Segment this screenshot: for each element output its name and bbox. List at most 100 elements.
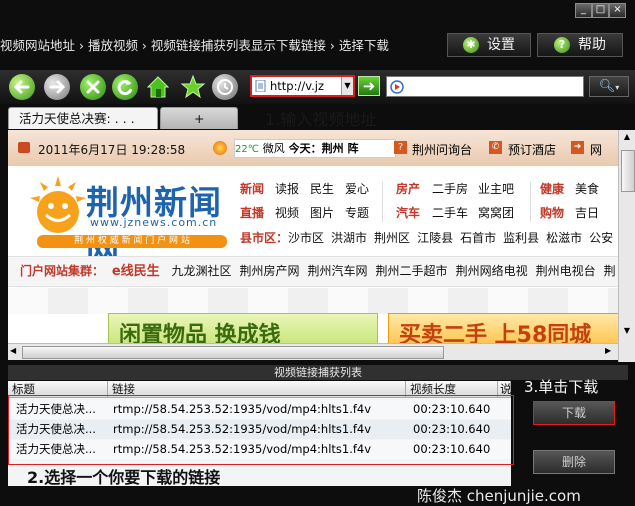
nav-divider [530,182,531,222]
nav-link-0-3[interactable]: 爱心 [345,180,369,197]
nav-link-1-1[interactable]: 视频 [275,204,299,221]
nav-link-1-4[interactable]: 汽车 [396,204,420,221]
scroll-up-icon[interactable]: ▲ [621,132,633,144]
site-date: 2011年6月17日 19:28:58 [38,143,186,157]
steps-breadcrumb: 视频网站地址 › 播放视频 › 视频链接捕获列表显示下载链接 › 选择下载 [0,38,389,53]
site-nav: 新闻 读报 民生 爱心 房产 二手房 业主吧 健康 美食直播 视频 图片 专题 汽车 二手车 窝窝团 购物 吉日 [240,180,627,230]
nav-link-0-8[interactable]: 美食 [575,180,599,197]
help-icon: ? [554,37,570,53]
tab-active[interactable]: 活力天使总决赛: . . . [8,107,158,129]
rows-highlight [8,395,514,465]
nav-link-0-4[interactable]: 房产 [396,180,420,197]
search-button[interactable]: 🔍︎▾ [589,76,629,97]
back-icon[interactable] [9,74,35,100]
portal-link[interactable]: 九龙渊社区 [172,264,232,278]
site-logo[interactable]: 荆州新闻网 www.jznews.com.cn 荆 州 权 威 新 闻 门 户 … [20,172,230,270]
scroll-left-icon[interactable]: ◀ [10,346,16,355]
weather-temp: 22℃ [235,144,259,155]
portal-link[interactable]: 荆州汽车网 [308,264,368,278]
gear-icon: ✱ [463,37,479,53]
scroll-thumb-v[interactable] [621,150,635,192]
nav-link-0-5[interactable]: 二手房 [432,180,468,197]
weather-today: 今天：荆州 阵 [288,142,359,155]
portal-link[interactable]: 荆州二手超市 [376,264,448,278]
address-input[interactable]: http://v.jz ▼ [250,75,355,97]
logo-slogan: 荆 州 权 威 新 闻 门 户 网 站 [37,235,227,248]
refresh-icon[interactable] [112,74,138,100]
nav-link-1-0[interactable]: 直播 [240,204,264,221]
calendar-icon [18,142,30,153]
nav-link-0-6[interactable]: 业主吧 [478,180,514,197]
county-link[interactable]: 洪湖市 [331,231,367,245]
home-icon[interactable] [145,74,171,100]
settings-button[interactable]: ✱ 设置 [447,33,531,57]
county-link[interactable]: 监利县 [503,231,539,245]
delete-button[interactable]: 删除 [533,450,615,474]
favorite-star-icon[interactable] [180,74,206,100]
minimize-button[interactable]: _ [575,3,592,18]
county-links: 县市区：沙市区 洪湖市 荆州区 江陵县 石首市 监利县 松滋市 公安 [240,229,627,247]
county-link[interactable]: 沙市区 [288,231,324,245]
vertical-scrollbar[interactable]: ▲ ▼ [618,130,635,362]
search-engine-icon [390,80,404,94]
stop-icon[interactable] [80,74,106,100]
county-label: 县市区： [240,231,289,245]
nav-link-1-2[interactable]: 图片 [310,204,334,221]
page-icon [255,80,266,92]
county-link[interactable]: 松滋市 [546,231,582,245]
nav-link-0-0[interactable]: 新闻 [240,180,264,197]
smiley-sun-icon [30,176,86,233]
nav-divider [382,182,383,222]
portal-link[interactable]: 荆州网络电视 [456,264,528,278]
nav-link-1-3[interactable]: 专题 [345,204,369,221]
search-icon: 🔍︎ [598,79,616,94]
nav-link-0-2[interactable]: 民生 [310,180,334,197]
history-icon[interactable] [212,74,238,100]
county-link[interactable]: 荆州区 [374,231,410,245]
portal-row: 门户网站集群： e线民生 九龙渊社区 荆州房产网 荆州汽车网 荆州二手超市 荆州网络电视… [8,256,627,287]
logo-url: www.jznews.com.cn [90,216,218,229]
annotation-step1: 1.输入视频地址 [265,110,377,129]
scroll-right-icon[interactable]: ▶ [605,346,611,355]
portal-link[interactable]: 荆州电视台 [536,264,596,278]
go-button[interactable]: ➜ [358,76,380,96]
annotation-step3: 3.单击下载 [524,378,599,396]
link-hotel[interactable]: 预订酒店 [508,141,556,158]
scroll-thumb-h[interactable] [22,346,444,359]
nav-link-1-7[interactable]: 购物 [540,204,564,221]
link-net[interactable]: 网 [590,141,602,158]
help-button[interactable]: ? 帮助 [537,33,623,57]
watermark: 陈俊杰 chenjunjie.com [417,487,581,505]
nav-link-0-1[interactable]: 读报 [275,180,299,197]
address-value: http://v.jz [270,79,325,93]
nav-link-1-8[interactable]: 吉日 [575,204,599,221]
portal-link[interactable]: 荆 [604,264,616,278]
weather-box: 22℃ 微风 今天：荆州 阵 [234,139,396,158]
site-info-bar: 2011年6月17日 19:28:58 22℃ 微风 今天：荆州 阵 ? 荆州问… [8,130,627,166]
faded-strip [8,288,627,314]
maximize-button[interactable]: □ [592,3,609,18]
close-button[interactable]: × [609,3,626,18]
question-icon: ? [394,141,407,154]
search-input[interactable] [386,76,584,97]
portal-first[interactable]: e线民生 [112,264,160,279]
link-ask[interactable]: 荆州问询台 [412,141,472,158]
settings-label: 设置 [487,37,515,53]
county-link[interactable]: 江陵县 [417,231,453,245]
webpage-viewport[interactable]: 2011年6月17日 19:28:58 22℃ 微风 今天：荆州 阵 ? 荆州问… [8,130,627,360]
forward-icon[interactable] [44,74,70,100]
nav-link-0-7[interactable]: 健康 [540,180,564,197]
nav-link-1-5[interactable]: 二手车 [432,204,468,221]
help-label: 帮助 [578,37,606,53]
county-link[interactable]: 石首市 [460,231,496,245]
download-button[interactable]: 下载 [533,401,615,425]
nav-link-1-6[interactable]: 窝窝团 [478,204,514,221]
weather-wind: 微风 [262,142,285,155]
address-dropdown-icon[interactable]: ▼ [341,77,353,95]
portal-link[interactable]: 荆州房产网 [240,264,300,278]
new-tab-button[interactable]: + [160,107,238,129]
portal-label: 门户网站集群： [20,264,105,278]
scroll-down-icon[interactable]: ▼ [621,326,633,338]
county-link[interactable]: 公安 [589,231,613,245]
horizontal-scrollbar[interactable]: ◀ ▶ [8,343,618,360]
